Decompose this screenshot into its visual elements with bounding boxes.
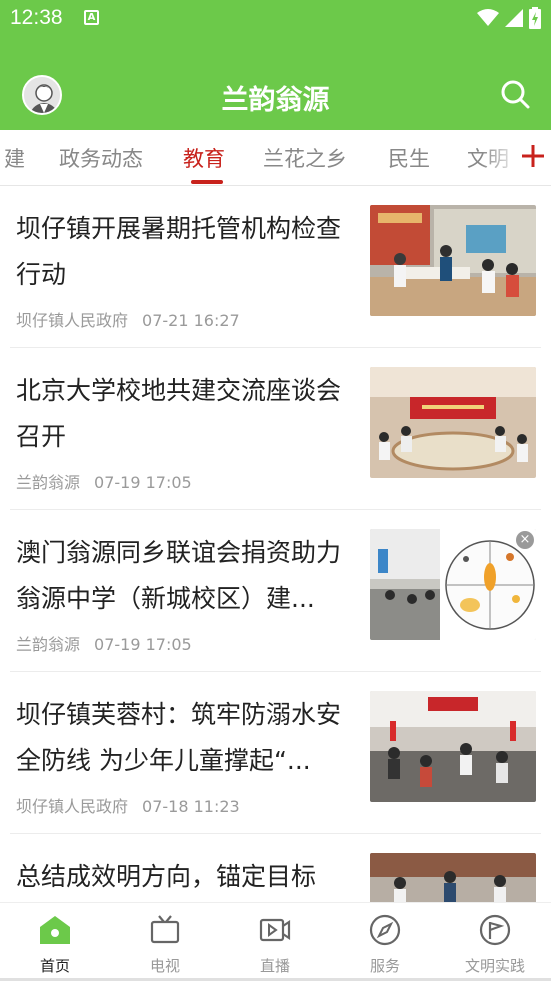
news-source: 兰韵翁源 bbox=[16, 473, 81, 492]
news-item[interactable]: 总结成效明方向，锚定目标 bbox=[0, 834, 551, 902]
search-icon[interactable] bbox=[499, 78, 531, 110]
nav-service[interactable]: 服务 bbox=[330, 913, 440, 976]
wifi-icon bbox=[477, 9, 499, 26]
news-item[interactable]: 坝仔镇开展暑期托管机构检查行动 坝仔镇人民政府 07-21 16:27 bbox=[0, 186, 551, 348]
news-item[interactable]: 澳门翁源同乡联谊会捐资助力翁源中学（新城校区）建... 兰韵翁源 07-19 17… bbox=[0, 510, 551, 672]
news-thumbnail bbox=[370, 691, 536, 802]
nav-label: 直播 bbox=[259, 957, 290, 975]
news-item[interactable]: 坝仔镇芙蓉村：筑牢防溺水安全防线 为少年儿童撑起“... 坝仔镇人民政府 07-1… bbox=[0, 672, 551, 834]
page-title: 兰韵翁源 bbox=[221, 85, 330, 116]
news-meta: 坝仔镇人民政府 07-21 16:27 bbox=[16, 307, 240, 331]
news-title: 总结成效明方向，锚定目标 bbox=[16, 862, 317, 891]
app-header: 兰韵翁源 bbox=[0, 38, 551, 130]
nav-label: 文明实践 bbox=[464, 957, 525, 975]
news-title: 坝仔镇开展暑期托管机构检查行动 bbox=[16, 214, 342, 289]
nav-label: 服务 bbox=[369, 957, 400, 975]
news-title: 澳门翁源同乡联谊会捐资助力翁源中学（新城校区）建... bbox=[16, 538, 342, 613]
news-meta: 坝仔镇人民政府 07-18 11:23 bbox=[16, 793, 240, 817]
news-thumbnail bbox=[370, 205, 536, 316]
compass-icon bbox=[369, 914, 401, 946]
category-tabs: 建 政务动态 教育 兰花之乡 民生 文明 bbox=[0, 130, 551, 186]
news-title: 北京大学校地共建交流座谈会召开 bbox=[16, 376, 342, 451]
news-source: 兰韵翁源 bbox=[16, 635, 81, 654]
close-icon[interactable]: × bbox=[516, 531, 534, 549]
news-source: 坝仔镇人民政府 bbox=[16, 311, 129, 330]
nav-live[interactable]: 直播 bbox=[220, 913, 330, 976]
notification-a-icon: A bbox=[84, 10, 99, 25]
news-title: 坝仔镇芙蓉村：筑牢防溺水安全防线 为少年儿童撑起“... bbox=[16, 700, 342, 775]
active-tab-indicator bbox=[191, 180, 223, 184]
nav-label: 首页 bbox=[39, 957, 70, 975]
flag-circle-icon bbox=[479, 914, 511, 946]
add-channel-icon[interactable] bbox=[521, 142, 545, 170]
bottom-nav: 首页 电视 直播 服务 文明实践 bbox=[0, 902, 551, 981]
status-bar: 12:38 A bbox=[0, 0, 551, 38]
status-icons bbox=[477, 7, 541, 29]
signal-icon bbox=[505, 9, 523, 27]
news-meta: 兰韵翁源 07-19 17:05 bbox=[16, 631, 192, 655]
news-time: 07-19 17:05 bbox=[94, 635, 192, 654]
news-thumbnail: × bbox=[370, 529, 536, 640]
news-item[interactable]: 北京大学校地共建交流座谈会召开 兰韵翁源 07-19 17:05 bbox=[0, 348, 551, 510]
nav-home[interactable]: 首页 bbox=[0, 913, 110, 976]
tab-orchid-town[interactable]: 兰花之乡 bbox=[263, 143, 347, 173]
news-time: 07-18 11:23 bbox=[142, 797, 240, 816]
news-time: 07-19 17:05 bbox=[94, 473, 192, 492]
news-thumbnail bbox=[370, 367, 536, 478]
battery-icon bbox=[529, 7, 541, 29]
tv-icon bbox=[150, 915, 180, 944]
news-time: 07-21 16:27 bbox=[142, 311, 240, 330]
tab-fade bbox=[481, 130, 521, 185]
nav-label: 电视 bbox=[149, 957, 180, 975]
tab-livelihood[interactable]: 民生 bbox=[388, 143, 430, 173]
status-time: 12:38 bbox=[10, 6, 63, 29]
news-feed: 坝仔镇开展暑期托管机构检查行动 坝仔镇人民政府 07-21 16:27 北京大学校… bbox=[0, 186, 551, 902]
news-thumbnail bbox=[370, 853, 536, 902]
news-meta: 兰韵翁源 07-19 17:05 bbox=[16, 469, 192, 493]
news-source: 坝仔镇人民政府 bbox=[16, 797, 129, 816]
home-icon bbox=[40, 916, 70, 944]
tab-government-news[interactable]: 政务动态 bbox=[59, 143, 143, 173]
nav-tv[interactable]: 电视 bbox=[110, 913, 220, 976]
tab-education[interactable]: 教育 bbox=[183, 143, 225, 173]
nav-civilization-practice[interactable]: 文明实践 bbox=[440, 913, 550, 976]
live-video-icon bbox=[259, 918, 291, 942]
tab-party-building[interactable]: 建 bbox=[4, 143, 25, 173]
